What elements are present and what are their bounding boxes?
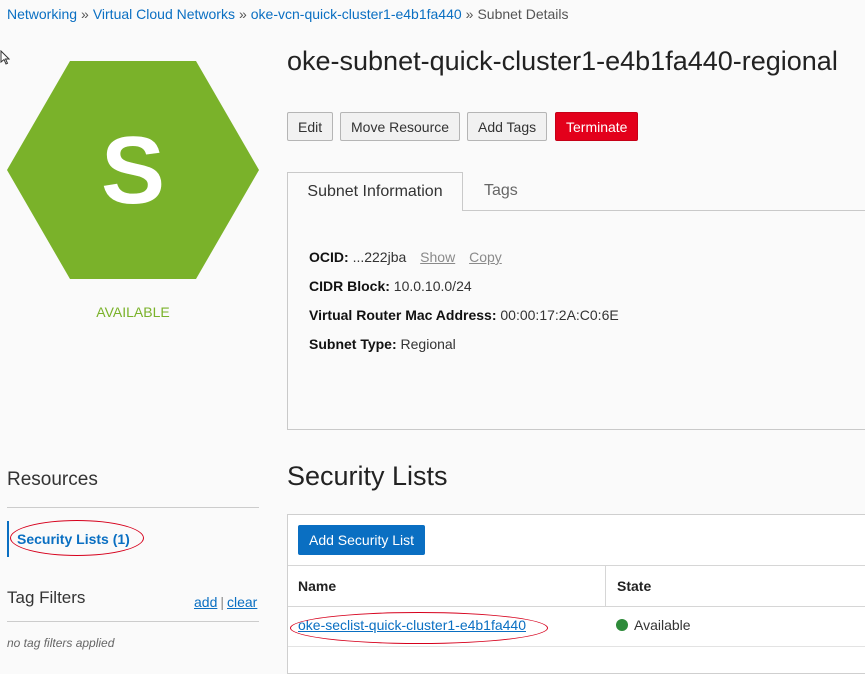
security-list-name-link[interactable]: oke-seclist-quick-cluster1-e4b1fa440: [298, 617, 526, 633]
breadcrumb-networking-link[interactable]: Networking: [7, 6, 77, 22]
edit-button[interactable]: Edit: [287, 112, 334, 141]
subnet-type-row: Subnet Type: Regional: [309, 336, 456, 352]
page-title: oke-subnet-quick-cluster1-e4b1fa440-regi…: [287, 46, 838, 76]
terminate-button[interactable]: Terminate: [555, 112, 639, 141]
security-lists-heading: Security Lists: [287, 461, 448, 491]
table-header-row: [288, 565, 865, 607]
tab-subnet-information[interactable]: Subnet Information: [287, 172, 463, 211]
subnet-type-value: Regional: [400, 336, 456, 352]
tag-filter-add-link[interactable]: add: [194, 594, 217, 610]
ocid-copy-link[interactable]: Copy: [469, 249, 502, 265]
tag-filter-clear-link[interactable]: clear: [227, 594, 257, 610]
security-list-state: Available: [634, 617, 691, 633]
table-row-divider: [288, 646, 865, 647]
resources-heading: Resources: [7, 469, 98, 490]
cidr-row: CIDR Block: 10.0.10.0/24: [309, 278, 472, 294]
breadcrumb-vcn-detail-link[interactable]: oke-vcn-quick-cluster1-e4b1fa440: [251, 6, 462, 22]
breadcrumb-separator: »: [465, 6, 474, 22]
mac-label: Virtual Router Mac Address:: [309, 307, 497, 323]
breadcrumb-separator: »: [81, 6, 89, 22]
subnet-hexagon-letter: S: [101, 117, 165, 224]
column-header-name[interactable]: Name: [298, 578, 336, 594]
add-tags-button[interactable]: Add Tags: [467, 112, 548, 141]
cidr-label: CIDR Block:: [309, 278, 390, 294]
add-security-list-button[interactable]: Add Security List: [298, 525, 426, 555]
breadcrumb-vcn-link[interactable]: Virtual Cloud Networks: [93, 6, 235, 22]
sidebar-active-indicator: [7, 521, 9, 557]
status-available-icon: [616, 619, 628, 631]
breadcrumb: Networking» Virtual Cloud Networks» oke-vc…: [7, 6, 569, 22]
tag-filter-links: add | clear: [194, 594, 257, 610]
tag-filters-divider: [7, 621, 259, 622]
mac-value: 00:00:17:2A:C0:6E: [500, 307, 619, 323]
ocid-show-link[interactable]: Show: [420, 249, 455, 265]
ocid-label: OCID:: [309, 249, 349, 265]
column-header-state[interactable]: State: [617, 578, 651, 594]
column-separator: [605, 566, 606, 606]
cidr-value: 10.0.10.0/24: [393, 278, 472, 294]
subnet-type-label: Subnet Type:: [309, 336, 397, 352]
breadcrumb-current: Subnet Details: [477, 6, 569, 22]
ocid-value: ...222jba: [352, 249, 407, 265]
tab-tags[interactable]: Tags: [484, 172, 518, 210]
mac-row: Virtual Router Mac Address: 00:00:17:2A:…: [309, 307, 619, 323]
subnet-hexagon-icon: S: [7, 61, 259, 279]
sidebar-item-security-lists[interactable]: Security Lists (1): [17, 531, 130, 547]
move-resource-button[interactable]: Move Resource: [340, 112, 461, 141]
tag-filters-heading: Tag Filters: [7, 588, 86, 607]
ocid-row: OCID: ...222jba Show Copy: [309, 249, 502, 265]
resource-state: AVAILABLE: [96, 304, 170, 320]
resources-divider: [7, 507, 259, 508]
tag-filter-separator: |: [220, 594, 224, 610]
breadcrumb-separator: »: [238, 6, 247, 22]
no-tag-filters-text: no tag filters applied: [7, 636, 115, 650]
